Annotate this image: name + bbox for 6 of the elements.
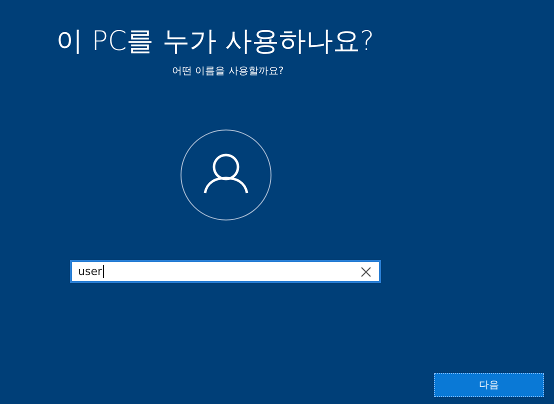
user-avatar-icon bbox=[180, 129, 272, 221]
clear-icon[interactable] bbox=[361, 266, 371, 276]
name-input-field[interactable]: user bbox=[70, 260, 381, 283]
next-button[interactable]: 다음 bbox=[434, 373, 544, 397]
page-title: 이 PC를 누가 사용하나요? bbox=[56, 25, 374, 59]
page-subtitle: 어떤 이름을 사용할까요? bbox=[172, 65, 284, 79]
